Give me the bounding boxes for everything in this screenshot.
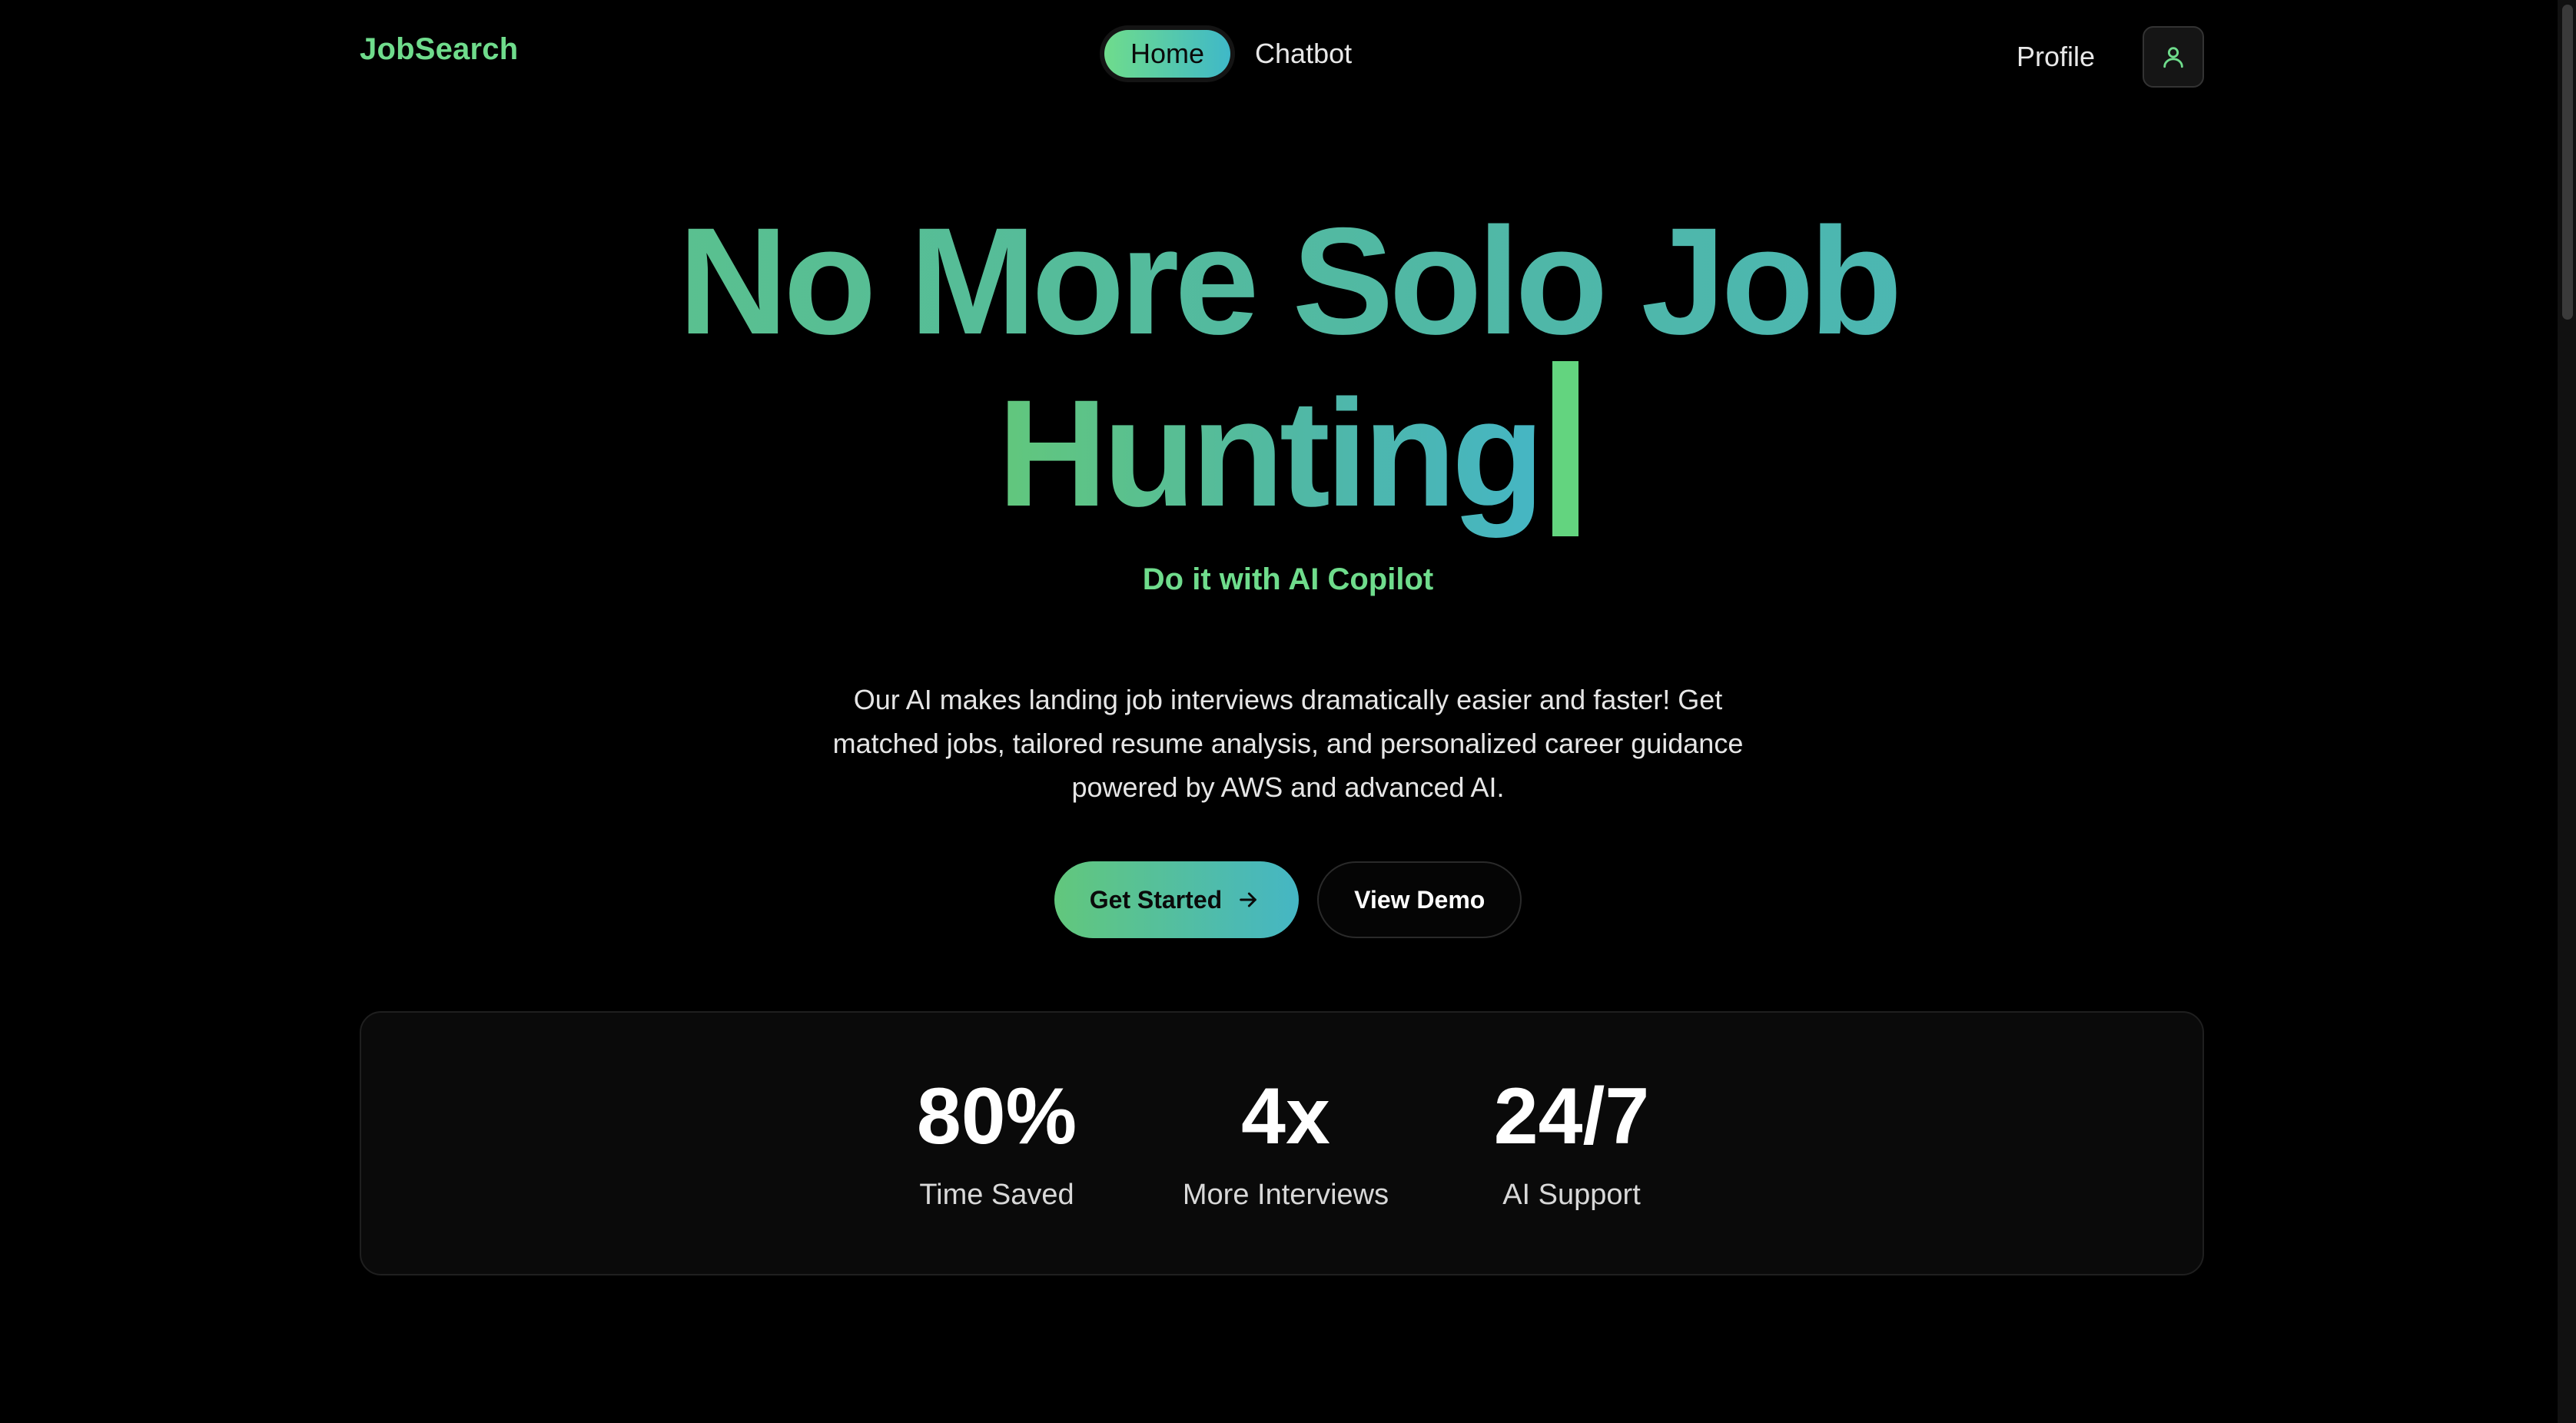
nav-right: Profile bbox=[2017, 26, 2204, 88]
stat-time-saved: 80% Time Saved bbox=[917, 1074, 1077, 1212]
page: JobSearch Home Chatbot Profile No More S… bbox=[0, 0, 2576, 1423]
nav-link-chatbot[interactable]: Chatbot bbox=[1255, 38, 1352, 70]
nav-links: Home Chatbot bbox=[1100, 25, 1352, 82]
user-icon bbox=[2163, 47, 2183, 68]
stat-more-interviews: 4x More Interviews bbox=[1183, 1074, 1389, 1212]
hero-title-line-2-wrap: Hunting bbox=[0, 361, 2576, 536]
nav-active-pill-wrap: Home bbox=[1100, 25, 1236, 82]
top-nav: JobSearch Home Chatbot Profile bbox=[360, 25, 2204, 88]
nav-link-home[interactable]: Home bbox=[1104, 30, 1231, 78]
hero-title-line-1: No More Solo Job bbox=[0, 201, 2576, 361]
stat-label: More Interviews bbox=[1182, 1179, 1389, 1211]
hero-tagline: Do it with AI Copilot bbox=[1142, 562, 1434, 596]
stat-ai-support: 24/7 AI Support bbox=[1494, 1074, 1649, 1212]
profile-link[interactable]: Profile bbox=[2017, 41, 2095, 73]
arrow-right-icon bbox=[1240, 892, 1256, 907]
get-started-button[interactable]: Get Started bbox=[1054, 861, 1300, 938]
hero-title-line-2: Hunting bbox=[998, 368, 1545, 538]
view-demo-button[interactable]: View Demo bbox=[1317, 861, 1522, 938]
scrollbar-track[interactable] bbox=[2558, 0, 2576, 1423]
stat-label: Time Saved bbox=[919, 1179, 1074, 1211]
cta-row: Get Started View Demo bbox=[0, 861, 2576, 938]
scrollbar-thumb[interactable] bbox=[2562, 5, 2573, 320]
hero-description: Our AI makes landing job interviews dram… bbox=[832, 684, 1744, 803]
profile-button[interactable] bbox=[2143, 26, 2204, 88]
hero-title: No More Solo Job Hunting bbox=[0, 201, 2576, 536]
stat-value: 4x bbox=[1241, 1072, 1330, 1161]
get-started-label: Get Started bbox=[1089, 885, 1223, 914]
typing-cursor bbox=[1552, 361, 1578, 536]
stats-card: 80% Time Saved 4x More Interviews 24/7 A… bbox=[360, 1011, 2204, 1275]
brand-logo[interactable]: JobSearch bbox=[360, 32, 518, 67]
stat-label: AI Support bbox=[1502, 1179, 1641, 1211]
stat-value: 80% bbox=[916, 1072, 1077, 1161]
stat-value: 24/7 bbox=[1493, 1072, 1650, 1161]
